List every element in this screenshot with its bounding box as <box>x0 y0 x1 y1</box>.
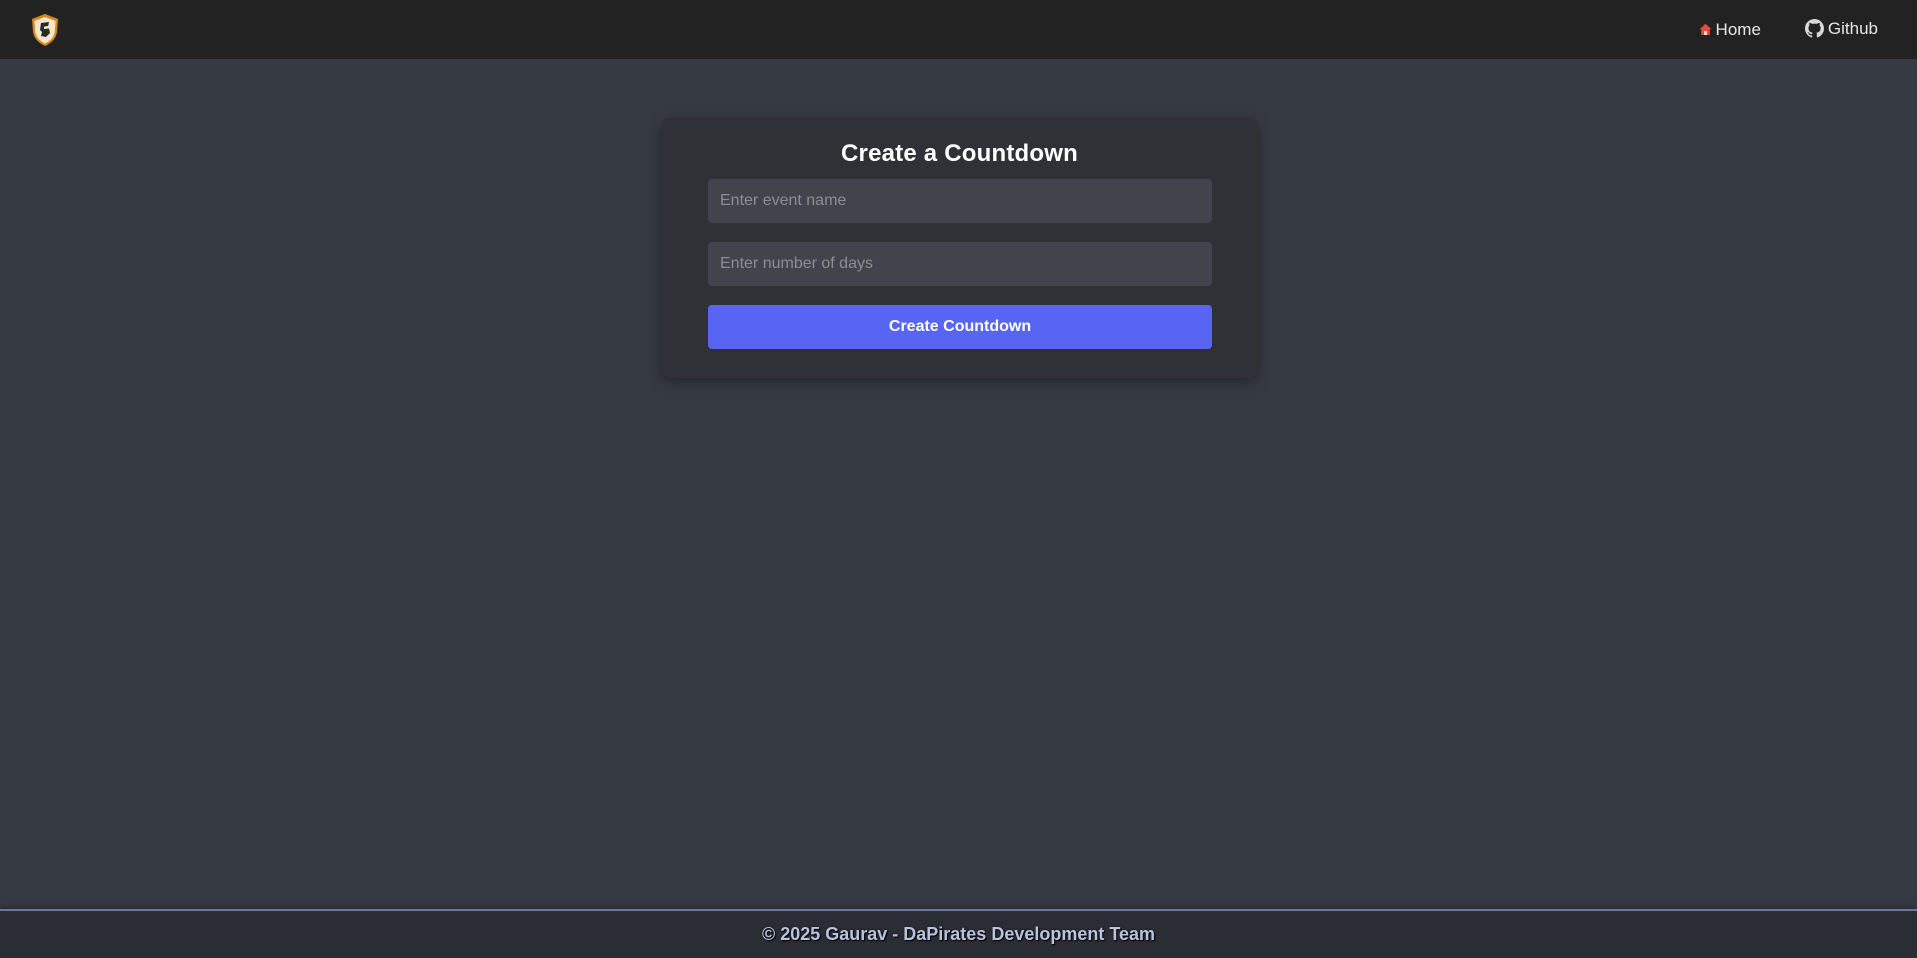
nav-links: Home Github <box>1699 18 1887 40</box>
footer-copyright: © 2025 Gaurav - DaPirates Development Te… <box>761 924 1156 944</box>
form-title: Create a Countdown <box>841 140 1078 167</box>
house-icon <box>1699 23 1711 35</box>
footer: © 2025 Gaurav - DaPirates Development Te… <box>0 909 1917 958</box>
event-name-input[interactable] <box>708 179 1212 223</box>
countdown-form-card: Create a Countdown Create Countdown <box>661 118 1258 378</box>
nav-github-link[interactable]: Github <box>1804 18 1878 39</box>
days-input[interactable] <box>708 242 1212 286</box>
nav-home-label: Home <box>1715 19 1761 39</box>
create-countdown-button[interactable]: Create Countdown <box>708 305 1212 349</box>
nav-github-label: Github <box>1827 18 1878 38</box>
shield-logo-icon[interactable] <box>30 13 60 47</box>
navbar: Home Github <box>0 0 1917 59</box>
github-icon <box>1804 19 1824 38</box>
nav-home-link[interactable]: Home <box>1699 20 1761 40</box>
